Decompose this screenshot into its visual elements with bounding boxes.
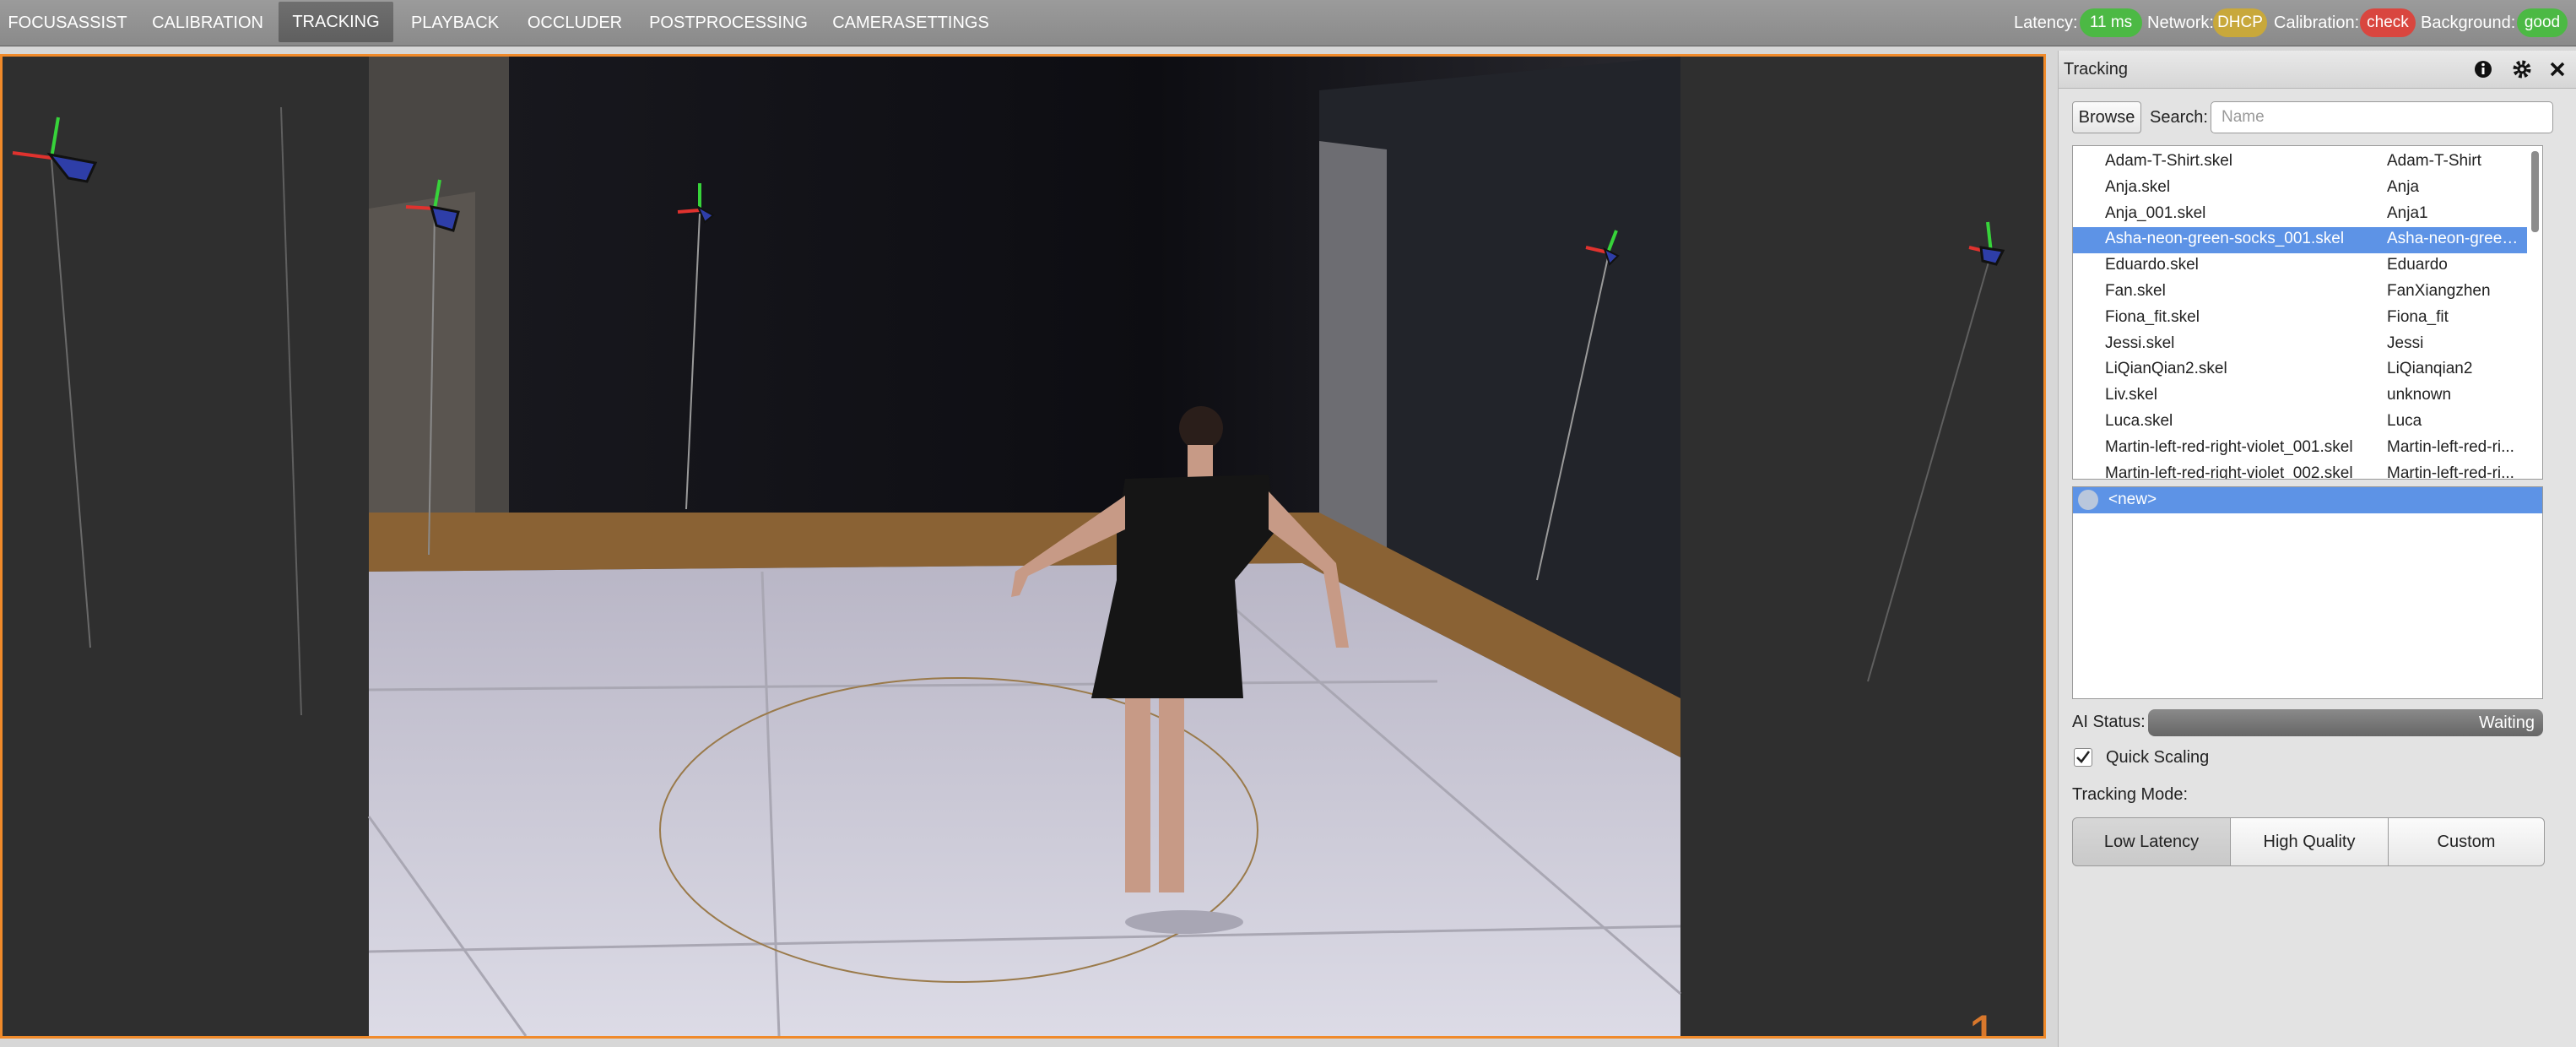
scroll-thumb[interactable] xyxy=(2531,151,2539,232)
tab-postprocessing[interactable]: POSTPROCESSING xyxy=(638,0,819,46)
new-label: <new> xyxy=(2108,491,2157,508)
table-row[interactable]: Fan.skel FanXiangzhen xyxy=(2073,279,2527,306)
skeleton-name: Anja1 xyxy=(2387,203,2428,222)
skeleton-file: Fiona_fit.skel xyxy=(2105,307,2200,326)
ai-status-label: AI Status: xyxy=(2072,713,2146,731)
skeleton-file: Eduardo.skel xyxy=(2105,256,2199,274)
status-dot xyxy=(2078,490,2098,510)
skeleton-name: FanXiangzhen xyxy=(2387,282,2491,300)
tab-tracking[interactable]: TRACKING xyxy=(279,2,393,42)
skeleton-file: Anja_001.skel xyxy=(2105,203,2206,222)
gear-icon[interactable] xyxy=(2511,58,2533,80)
table-row[interactable]: Martin-left-red-right-violet_002.skel Mar… xyxy=(2073,462,2527,480)
3d-viewport[interactable]: 1 xyxy=(0,54,2046,1039)
table-row[interactable]: Jessi.skel Jessi xyxy=(2073,332,2527,358)
panel-header: Tracking xyxy=(2059,51,2576,89)
skeleton-name: Martin-left-red-ri... xyxy=(2387,437,2514,456)
skeleton-file: Martin-left-red-right-violet_001.skel xyxy=(2105,437,2353,456)
skeleton-name: unknown xyxy=(2387,386,2452,404)
tracking-mode-label: Tracking Mode: xyxy=(2072,785,2189,804)
browse-button[interactable]: Browse xyxy=(2072,101,2141,133)
skeleton-name: Adam-T-Shirt xyxy=(2387,152,2481,170)
close-icon[interactable] xyxy=(2546,58,2568,80)
skeleton-file: Liv.skel xyxy=(2105,386,2157,404)
view-number: 1 xyxy=(1967,1003,1999,1039)
panel-title: Tracking xyxy=(2064,60,2128,79)
calibration-badge: check xyxy=(2360,8,2416,37)
table-row[interactable]: Eduardo.skel Eduardo xyxy=(2073,253,2527,279)
skeleton-file: Adam-T-Shirt.skel xyxy=(2105,152,2232,170)
latency-label: Latency: xyxy=(2014,14,2078,32)
ai-status-bar: Waiting xyxy=(2148,709,2543,736)
background-badge: good xyxy=(2517,8,2568,37)
skeleton-name: Asha-neon-green-... xyxy=(2387,230,2524,248)
skeleton-file: Martin-left-red-right-violet_002.skel xyxy=(2105,464,2353,480)
tracking-panel: Tracking Browse Search: Adam-T-Shirt.ske… xyxy=(2058,51,2576,1047)
scrollbar[interactable] xyxy=(2530,149,2541,470)
background-label: Background: xyxy=(2421,14,2516,32)
table-row[interactable]: LiQianQian2.skel LiQianqian2 xyxy=(2073,357,2527,383)
latency-badge: 11 ms xyxy=(2080,8,2142,37)
check-icon xyxy=(2076,751,2091,763)
search-label: Search: xyxy=(2150,108,2208,127)
tab-camerasettings[interactable]: CAMERASETTINGS xyxy=(820,0,1001,46)
low-latency-button[interactable]: Low Latency xyxy=(2072,817,2231,866)
table-row[interactable]: Fiona_fit.skel Fiona_fit xyxy=(2073,306,2527,332)
skeleton-file: Fan.skel xyxy=(2105,282,2166,300)
network-badge: DHCP xyxy=(2213,8,2267,37)
skeleton-name: Martin-left-red-ri... xyxy=(2387,464,2514,480)
table-row[interactable]: Liv.skel unknown xyxy=(2073,383,2527,410)
tab-focusassist[interactable]: FOCUSASSIST xyxy=(0,0,135,46)
skeleton-file: Luca.skel xyxy=(2105,412,2173,430)
actor-list[interactable]: <new> xyxy=(2072,486,2543,699)
table-row[interactable]: Asha-neon-green-socks_001.skel Asha-neon-… xyxy=(2073,227,2527,254)
info-icon[interactable] xyxy=(2472,58,2494,80)
high-quality-button[interactable]: High Quality xyxy=(2230,817,2389,866)
search-input[interactable] xyxy=(2211,101,2553,133)
skeleton-list[interactable]: Adam-T-Shirt.skel Adam-T-Shirt Anja.skel An… xyxy=(2072,145,2543,480)
network-label: Network: xyxy=(2147,14,2214,32)
camera-image xyxy=(367,57,1681,1036)
skeleton-name: Anja xyxy=(2387,177,2420,196)
table-row[interactable]: Adam-T-Shirt.skel Adam-T-Shirt xyxy=(2073,149,2527,176)
list-item-new[interactable]: <new> xyxy=(2073,487,2542,513)
table-row[interactable]: Anja.skel Anja xyxy=(2073,176,2527,202)
skeleton-name: Jessi xyxy=(2387,334,2424,352)
skeleton-file: Jessi.skel xyxy=(2105,334,2175,352)
quick-scaling-checkbox[interactable] xyxy=(2074,748,2092,767)
skeleton-file: Anja.skel xyxy=(2105,177,2171,196)
ai-status-value: Waiting xyxy=(2479,713,2535,732)
quick-scaling-label[interactable]: Quick Scaling xyxy=(2106,748,2209,768)
skeleton-name: Fiona_fit xyxy=(2387,307,2449,326)
skeleton-name: Eduardo xyxy=(2387,256,2448,274)
skeleton-name: Luca xyxy=(2387,412,2422,430)
calibration-label: Calibration: xyxy=(2274,14,2360,32)
tracking-mode-group: Low Latency High Quality Custom xyxy=(2072,817,2545,866)
tab-calibration[interactable]: CALIBRATION xyxy=(142,0,273,46)
top-toolbar: FOCUSASSIST CALIBRATION TRACKING PLAYBAC… xyxy=(0,0,2576,46)
custom-button[interactable]: Custom xyxy=(2388,817,2545,866)
table-row[interactable]: Anja_001.skel Anja1 xyxy=(2073,202,2527,228)
skeleton-file: Asha-neon-green-socks_001.skel xyxy=(2105,230,2345,248)
skeleton-name: LiQianqian2 xyxy=(2387,360,2473,378)
scene-render xyxy=(3,57,2043,1036)
table-row[interactable]: Luca.skel Luca xyxy=(2073,410,2527,436)
tab-playback[interactable]: PLAYBACK xyxy=(400,0,510,46)
tab-occluder[interactable]: OCCLUDER xyxy=(520,0,630,46)
table-row[interactable]: Martin-left-red-right-violet_001.skel Mar… xyxy=(2073,436,2527,462)
skeleton-file: LiQianQian2.skel xyxy=(2105,360,2227,378)
